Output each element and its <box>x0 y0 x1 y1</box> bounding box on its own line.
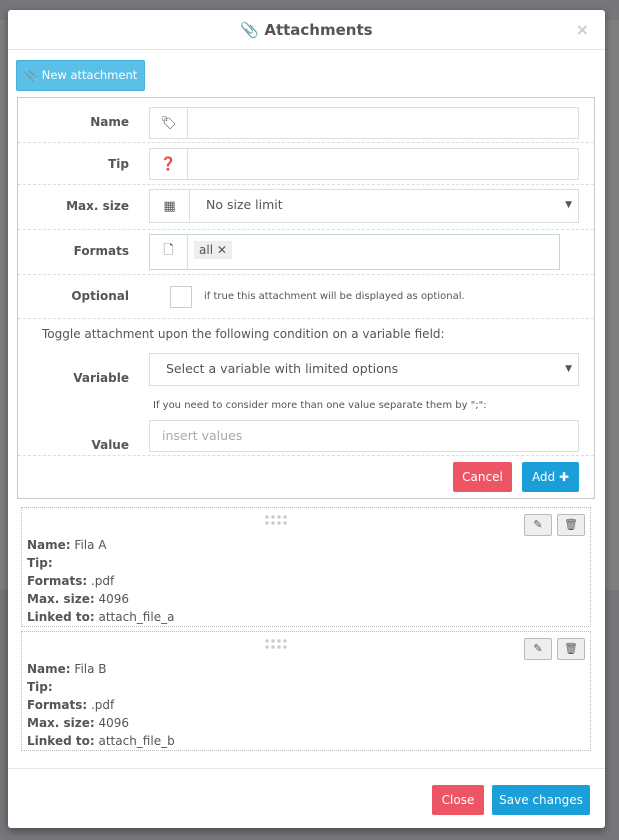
attachment-formats: .pdf <box>90 698 115 712</box>
name-input[interactable] <box>188 108 578 138</box>
delete-button[interactable]: 🗑 <box>557 514 585 536</box>
edit-button[interactable]: ✎ <box>524 514 552 536</box>
field-label: Name: <box>27 662 71 676</box>
add-button[interactable]: Add ✚ <box>522 462 579 492</box>
delete-button[interactable]: 🗑 <box>557 638 585 660</box>
new-attachment-label: New attachment <box>41 68 138 82</box>
question-icon: ❓ <box>150 149 188 179</box>
field-label: Name: <box>27 538 71 552</box>
format-tag: all ✕ <box>194 241 232 259</box>
value-input[interactable]: insert values <box>150 421 578 451</box>
value-placeholder: insert values <box>162 428 243 443</box>
toggle-text: Toggle attachment upon the following con… <box>42 327 445 341</box>
attachment-item: ✎ 🗑 Name: Fila A Tip: Formats: .pdf Max.… <box>21 507 591 627</box>
value-label: Value <box>91 438 129 452</box>
optional-checkbox[interactable] <box>170 286 192 308</box>
variable-select[interactable]: Select a variable with limited options ▼ <box>150 354 578 385</box>
field-label: Linked to: <box>27 734 95 748</box>
field-label: Formats: <box>27 698 88 712</box>
attachment-max-size: 4096 <box>98 716 130 730</box>
modal-header: 📎 Attachments × <box>8 10 605 50</box>
field-label: Linked to: <box>27 610 95 624</box>
value-hint: If you need to consider more than one va… <box>153 400 487 411</box>
formats-row: Formats 🗋 all ✕ <box>18 230 594 275</box>
optional-hint: if true this attachment will be displaye… <box>204 291 465 302</box>
attachment-item: ✎ 🗑 Name: Fila B Tip: Formats: .pdf Max.… <box>21 631 591 751</box>
field-label: Formats: <box>27 574 88 588</box>
attachment-form: Name 🏷 Tip ❓ Max. size ▦ No size limit ▼ F… <box>17 97 595 499</box>
tip-row: Tip ❓ <box>18 143 594 185</box>
caret-down-icon: ▼ <box>565 364 572 374</box>
add-label: Add <box>531 470 556 484</box>
field-label: Tip: <box>27 556 53 570</box>
close-icon[interactable]: × <box>576 10 589 50</box>
maxsize-select[interactable]: No size limit ▼ <box>190 190 578 222</box>
maxsize-label: Max. size <box>66 199 129 213</box>
tip-label: Tip <box>108 157 129 171</box>
calculator-icon: ▦ <box>150 190 190 222</box>
name-row: Name 🏷 <box>18 98 594 143</box>
paperclip-icon: 📎 <box>240 21 260 39</box>
caret-down-icon: ▼ <box>565 200 572 210</box>
name-label: Name <box>90 115 129 129</box>
variable-value: Select a variable with limited options <box>166 361 399 376</box>
variable-label: Variable <box>73 371 129 385</box>
optional-row: Optional if true this attachment will be… <box>18 275 594 319</box>
maxsize-value: No size limit <box>206 197 283 212</box>
tip-input[interactable] <box>188 149 578 179</box>
new-attachment-button[interactable]: 📎 New attachment <box>16 60 145 91</box>
plus-icon: ✚ <box>559 470 570 484</box>
file-icon: 🗋 <box>150 235 188 269</box>
attachment-linked-to: attach_file_b <box>98 734 175 748</box>
edit-button[interactable]: ✎ <box>524 638 552 660</box>
field-label: Max. size: <box>27 716 95 730</box>
modal-title: Attachments <box>264 21 373 39</box>
field-label: Tip: <box>27 680 53 694</box>
formats-input[interactable]: all ✕ <box>188 235 559 269</box>
attachment-linked-to: attach_file_a <box>98 610 175 624</box>
field-label: Max. size: <box>27 592 95 606</box>
attachment-name: Fila B <box>74 662 107 676</box>
save-changes-button[interactable]: Save changes <box>492 785 590 815</box>
drag-handle-icon[interactable] <box>264 638 288 650</box>
attachment-max-size: 4096 <box>98 592 130 606</box>
attachment-name: Fila A <box>74 538 107 552</box>
drag-handle-icon[interactable] <box>264 514 288 526</box>
close-button[interactable]: Close <box>432 785 484 815</box>
formats-label: Formats <box>73 244 129 258</box>
tag-icon: 🏷 <box>150 108 188 138</box>
modal-footer: Close Save changes <box>8 768 605 828</box>
attachment-formats: .pdf <box>90 574 115 588</box>
format-tag-label: all <box>199 243 214 257</box>
maxsize-row: Max. size ▦ No size limit ▼ <box>18 185 594 230</box>
attachments-modal: 📎 Attachments × 📎 New attachment Name 🏷 … <box>8 10 605 828</box>
cancel-button[interactable]: Cancel <box>453 462 512 492</box>
optional-label: Optional <box>71 289 129 303</box>
remove-tag-icon[interactable]: ✕ <box>217 243 227 257</box>
